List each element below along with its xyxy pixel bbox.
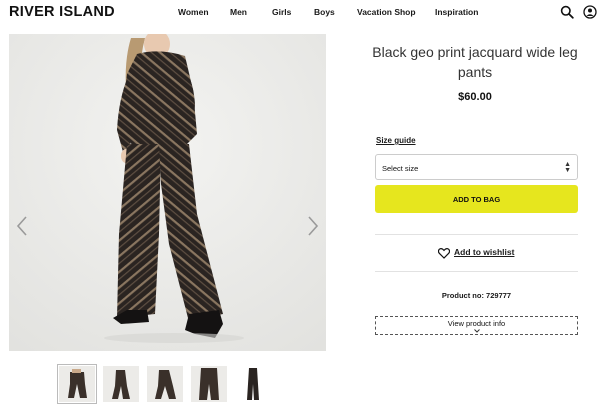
nav-women[interactable]: Women xyxy=(178,7,209,17)
product-number: Product no: 729777 xyxy=(441,291,512,300)
chevron-right-icon[interactable] xyxy=(306,214,320,238)
main-nav: Women Men Girls Boys Vacation Shop Inspi… xyxy=(0,7,600,21)
thumbnail-4[interactable] xyxy=(191,366,227,402)
chevron-down-icon xyxy=(474,329,480,333)
search-icon[interactable] xyxy=(560,5,574,19)
account-icon[interactable] xyxy=(583,5,597,19)
thumbnail-2[interactable] xyxy=(103,366,139,402)
divider xyxy=(375,271,578,272)
heart-icon xyxy=(438,248,450,259)
thumbnail-3[interactable] xyxy=(147,366,183,402)
size-guide-link[interactable]: Size guide xyxy=(376,136,416,145)
nav-vacation-shop[interactable]: Vacation Shop xyxy=(357,7,416,17)
chevron-left-icon[interactable] xyxy=(15,214,29,238)
product-title: Black geo print jacquard wide leg pants xyxy=(372,44,578,80)
thumbnail-1[interactable] xyxy=(57,364,97,404)
site-header: RIVER ISLAND Women Men Girls Boys Vacati… xyxy=(0,0,600,26)
nav-men[interactable]: Men xyxy=(230,7,247,17)
size-select[interactable]: Select size ▲ ▼ xyxy=(375,154,578,180)
product-price: $60.00 xyxy=(458,91,492,103)
nav-girls[interactable]: Girls xyxy=(272,7,291,17)
wishlist-label: Add to wishlist xyxy=(454,247,515,257)
model-photo xyxy=(9,34,326,351)
thumbnail-strip xyxy=(0,364,340,406)
thumbnail-5[interactable] xyxy=(235,366,271,402)
view-product-info-label: View product info xyxy=(447,319,506,328)
nav-boys[interactable]: Boys xyxy=(314,7,335,17)
nav-inspiration[interactable]: Inspiration xyxy=(435,7,478,17)
add-to-bag-button[interactable]: ADD TO BAG xyxy=(375,185,578,213)
divider xyxy=(375,234,578,235)
size-select-label: Select size xyxy=(382,164,419,173)
main-product-image[interactable] xyxy=(9,34,326,351)
view-product-info-button[interactable]: View product info xyxy=(375,316,578,335)
updown-chevron-icon: ▲ ▼ xyxy=(564,161,571,174)
